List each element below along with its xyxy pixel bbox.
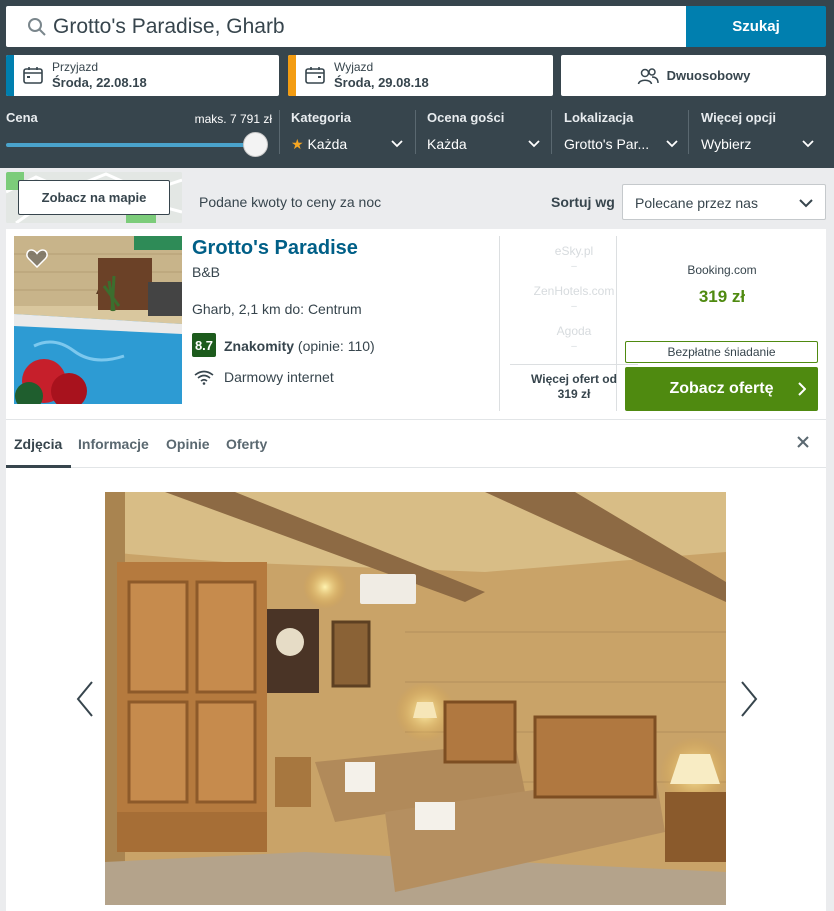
- price-slider-handle[interactable]: [243, 132, 268, 157]
- detail-tabs: Zdjęcia Informacje Opinie Oferty: [6, 420, 826, 468]
- category-filter[interactable]: Kategoria ★ Każda: [291, 110, 406, 160]
- gallery-next-arrow[interactable]: [728, 674, 768, 724]
- other-deal-price: –: [571, 341, 577, 352]
- calendar-icon: [305, 67, 325, 84]
- price-max-value: maks. 7 791 zł: [194, 112, 272, 126]
- rating-score-badge[interactable]: 8.7: [192, 333, 216, 357]
- chevron-down-icon: [528, 140, 540, 148]
- checkin-accent: [6, 55, 14, 96]
- gallery-prev-arrow[interactable]: [66, 674, 106, 724]
- hotel-result-card: Grotto's Paradise B&B Gharb, 2,1 km do: …: [6, 229, 826, 911]
- sort-select-value: Polecane przez nas: [635, 195, 758, 211]
- bedroom-photo: [105, 492, 726, 905]
- filter-divider: [415, 110, 416, 154]
- checkout-value: Środa, 29.08.18: [334, 75, 429, 90]
- chevron-down-icon: [391, 140, 403, 148]
- filter-divider: [688, 110, 689, 154]
- location-filter-title: Lokalizacja: [564, 110, 634, 125]
- guests-icon: [637, 67, 659, 84]
- close-icon[interactable]: [795, 434, 811, 450]
- column-divider: [499, 236, 500, 411]
- view-deal-button[interactable]: Zobacz ofertę: [625, 367, 818, 411]
- room-type-label: Dwuosobowy: [666, 68, 751, 83]
- guest-rating-filter-title: Ocena gości: [427, 110, 505, 125]
- other-deal-price: –: [571, 301, 577, 312]
- search-button[interactable]: Szukaj: [686, 6, 826, 47]
- checkout-field[interactable]: Wyjazd Środa, 29.08.18: [288, 55, 553, 96]
- hotel-thumbnail[interactable]: [14, 236, 182, 404]
- category-filter-value: ★ Każda: [291, 136, 347, 153]
- wifi-icon: [194, 370, 214, 385]
- active-tab-indicator: [6, 465, 71, 468]
- other-deal-provider[interactable]: ZenHotels.com: [504, 284, 644, 298]
- filter-divider: [551, 110, 552, 154]
- guest-rating-filter[interactable]: Ocena gości Każda: [427, 110, 542, 160]
- photo-gallery-image[interactable]: [105, 492, 726, 905]
- checkin-value: Środa, 22.08.18: [52, 75, 147, 90]
- chevron-down-icon: [802, 140, 814, 148]
- free-breakfast-badge: Bezpłatne śniadanie: [625, 341, 818, 363]
- tab-reviews[interactable]: Opinie: [166, 436, 210, 452]
- sort-select[interactable]: Polecane przez nas: [622, 184, 826, 220]
- more-options-filter-value: Wybierz: [701, 136, 752, 152]
- more-offers-line2: 319 zł: [557, 387, 591, 401]
- tab-info[interactable]: Informacje: [78, 436, 149, 452]
- more-offers-line1: Więcej ofert od: [531, 372, 617, 386]
- search-header: Szukaj Przyjazd Środa, 22.08.18 Wyjazd Ś…: [0, 0, 834, 168]
- tab-deals[interactable]: Oferty: [226, 436, 267, 452]
- checkin-field[interactable]: Przyjazd Środa, 22.08.18: [6, 55, 279, 96]
- price-note: Podane kwoty to ceny za noc: [199, 194, 382, 210]
- search-box[interactable]: [6, 6, 686, 47]
- checkout-label: Wyjazd: [334, 60, 374, 74]
- best-deal-provider: Booking.com: [687, 263, 757, 277]
- hotel-name-link[interactable]: Grotto's Paradise: [192, 237, 358, 260]
- location-filter-value: Grotto's Par...: [564, 136, 650, 152]
- show-map-button[interactable]: Zobacz na mapie: [18, 180, 170, 215]
- hotel-type: B&B: [192, 264, 221, 280]
- more-options-filter-title: Więcej opcji: [701, 110, 777, 125]
- price-filter[interactable]: Cena maks. 7 791 zł: [6, 110, 272, 160]
- tab-photos[interactable]: Zdjęcia: [14, 436, 62, 452]
- location-filter[interactable]: Lokalizacja Grotto's Par...: [564, 110, 679, 160]
- best-deal-price: 319 zł: [698, 287, 746, 306]
- search-input[interactable]: [53, 13, 673, 41]
- calendar-icon: [23, 67, 43, 84]
- tabs-border: [6, 467, 826, 468]
- chevron-down-icon: [799, 199, 813, 208]
- star-icon: ★: [291, 136, 304, 152]
- other-deal-provider[interactable]: Agoda: [504, 324, 644, 338]
- checkin-label: Przyjazd: [52, 60, 99, 74]
- checkout-accent: [288, 55, 296, 96]
- rating-summary[interactable]: Znakomity (opinie: 110): [224, 338, 375, 354]
- sort-label: Sortuj wg: [551, 194, 615, 210]
- view-deal-label: Zobacz ofertę: [669, 380, 774, 397]
- chevron-right-icon: [798, 382, 806, 396]
- category-filter-title: Kategoria: [291, 110, 351, 125]
- search-icon: [28, 18, 46, 36]
- other-deal-price: –: [571, 261, 577, 272]
- hotel-location[interactable]: Gharb, 2,1 km do: Centrum: [192, 301, 362, 317]
- filter-divider: [279, 110, 280, 154]
- more-options-filter[interactable]: Więcej opcji Wybierz: [701, 110, 821, 160]
- favorite-heart-icon[interactable]: [26, 248, 48, 268]
- guest-rating-filter-value: Każda: [427, 136, 467, 152]
- rating-word: Znakomity: [224, 338, 295, 354]
- other-deal-provider[interactable]: eSky.pl: [504, 244, 644, 258]
- more-offers-divider: [510, 364, 638, 365]
- category-value-text: Każda: [307, 136, 348, 152]
- chevron-down-icon: [666, 140, 678, 148]
- room-type-selector[interactable]: Dwuosobowy: [561, 55, 826, 96]
- price-slider-track[interactable]: [6, 143, 258, 147]
- amenity-free-wifi: Darmowy internet: [224, 369, 334, 385]
- rating-count: (opinie: 110): [297, 338, 375, 354]
- more-offers-link[interactable]: Więcej ofert od 319 zł: [504, 372, 644, 402]
